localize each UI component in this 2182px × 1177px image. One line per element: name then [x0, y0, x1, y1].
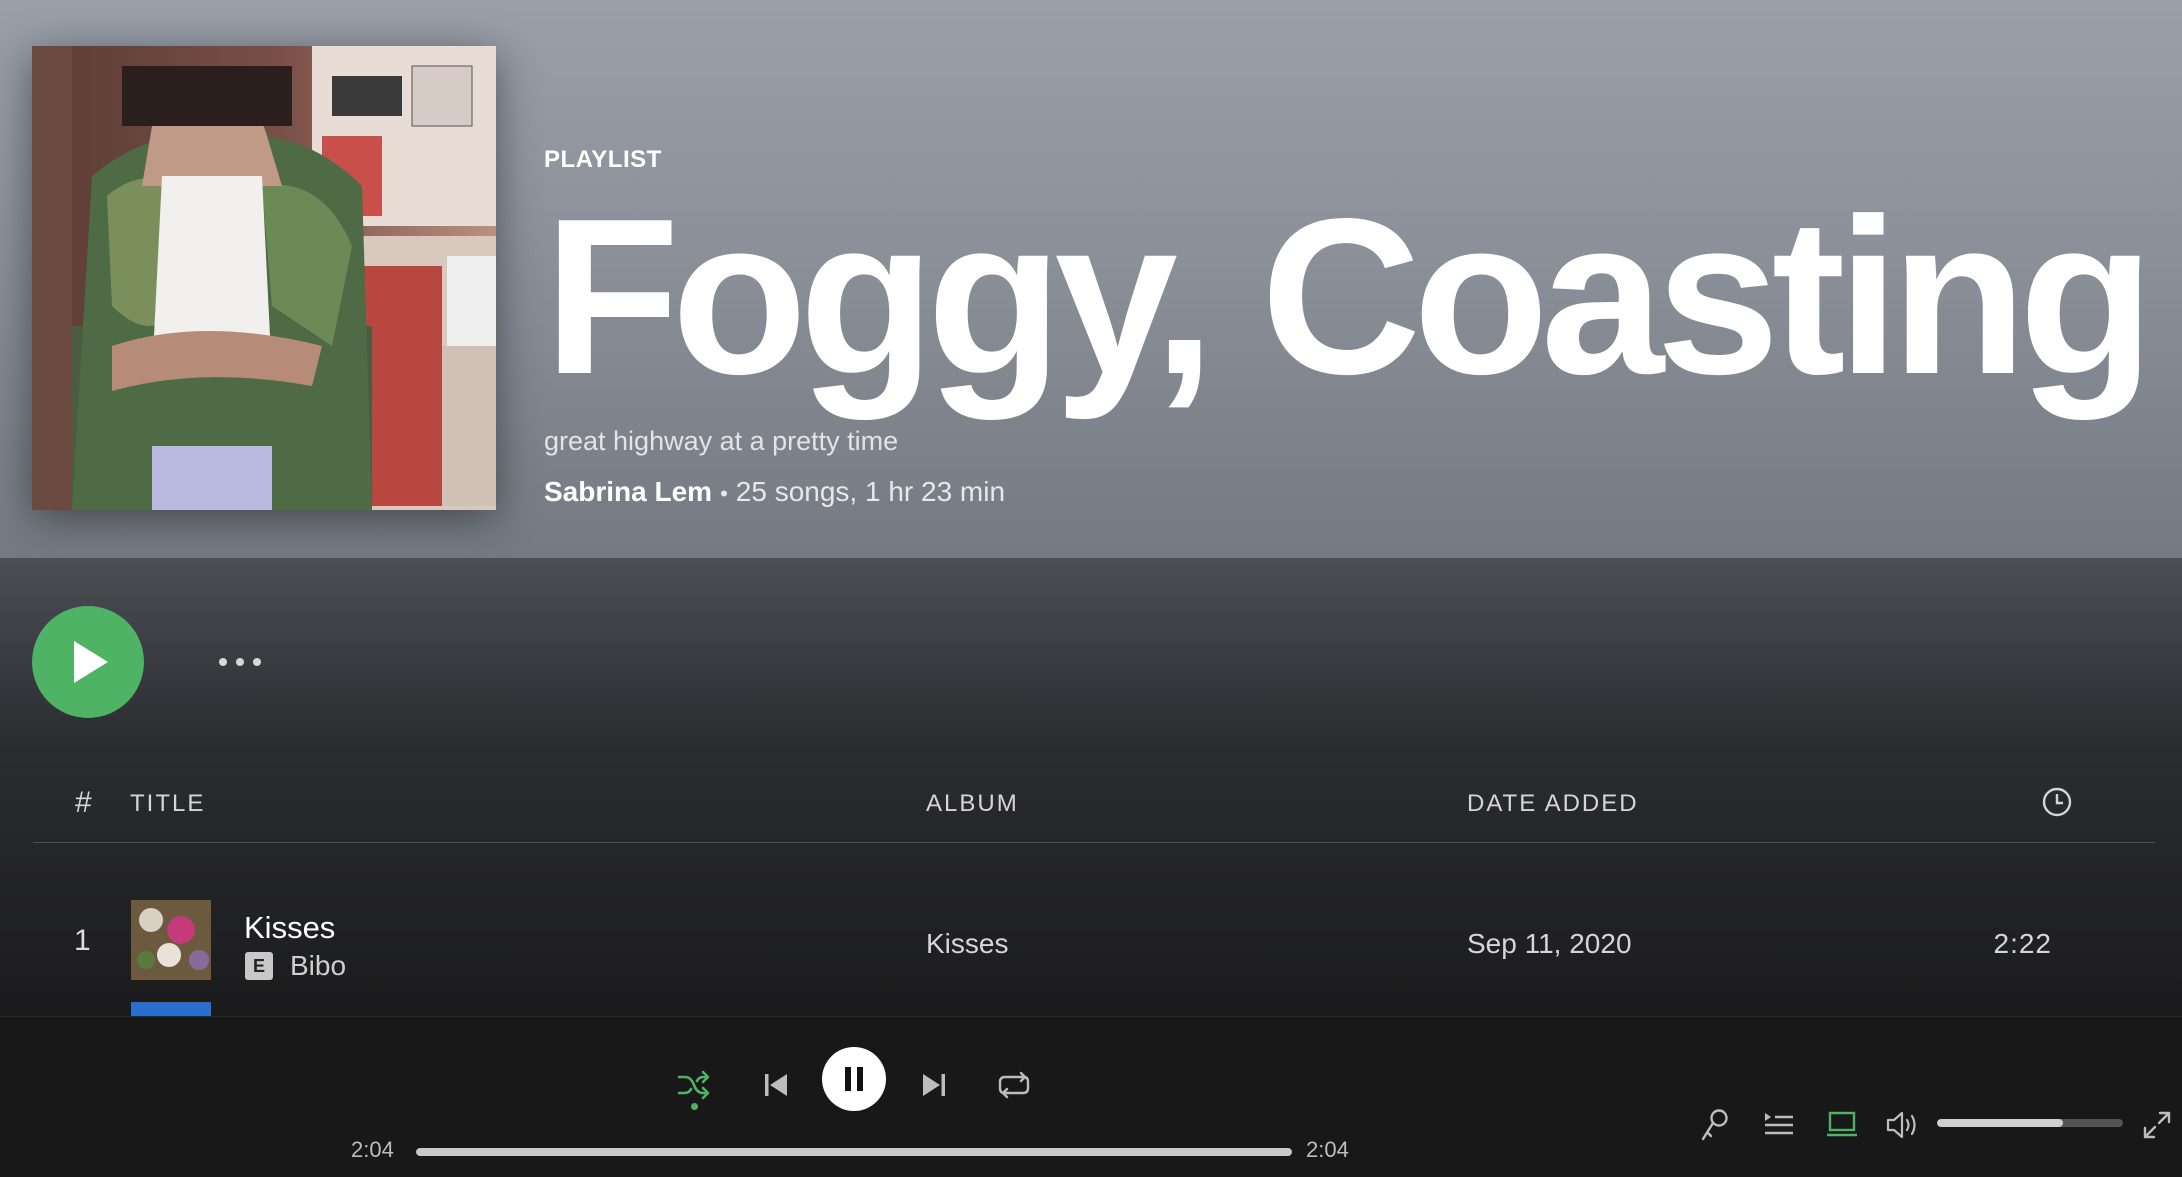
- more-options-button[interactable]: [212, 640, 268, 684]
- tracklist-header: # TITLE ALBUM DATE ADDED: [33, 780, 2155, 843]
- progress-fill: [416, 1148, 1292, 1156]
- playlist-meta: Sabrina Lem • 25 songs, 1 hr 23 min: [544, 476, 1005, 508]
- column-title[interactable]: TITLE: [130, 790, 205, 818]
- next-row-album-art: [131, 1002, 211, 1016]
- playlist-description: great highway at a pretty time: [544, 426, 899, 456]
- connect-device-icon: [1827, 1111, 1857, 1137]
- volume-icon: [1886, 1111, 1916, 1139]
- tracklist-section: # TITLE ALBUM DATE ADDED 1 Kisses E Bibo…: [0, 558, 2182, 1016]
- playlist-header: PLAYLIST Foggy, Coasting great highway a…: [0, 0, 2182, 558]
- playlist-title: Foggy, Coasting: [544, 173, 2154, 421]
- pause-icon: [845, 1067, 863, 1091]
- play-button[interactable]: [32, 606, 144, 718]
- volume-fill: [1937, 1119, 2064, 1127]
- skip-back-icon: [765, 1074, 787, 1096]
- fullscreen-icon: [2143, 1111, 2171, 1139]
- playlist-cover-image[interactable]: [32, 46, 496, 510]
- column-duration[interactable]: [2041, 786, 2073, 825]
- more-options-icon: [219, 658, 227, 666]
- track-duration: 2:22: [1993, 928, 2052, 959]
- queue-icon: [1765, 1113, 1793, 1135]
- queue-button[interactable]: [1759, 1105, 1799, 1145]
- repeat-icon: [998, 1071, 1030, 1099]
- clock-icon: [2042, 787, 2072, 817]
- play-icon: [74, 641, 108, 683]
- repeat-button[interactable]: [994, 1065, 1034, 1105]
- column-number: #: [75, 786, 92, 819]
- current-time: 2:04: [351, 1137, 394, 1162]
- lyrics-button[interactable]: [1695, 1105, 1735, 1145]
- track-album-link[interactable]: Kisses: [926, 928, 1008, 960]
- column-album[interactable]: ALBUM: [926, 790, 1019, 818]
- total-time: 2:04: [1306, 1137, 1349, 1162]
- pause-button[interactable]: [822, 1047, 886, 1111]
- column-date-added[interactable]: DATE ADDED: [1467, 790, 1639, 818]
- previous-track-button[interactable]: [756, 1065, 796, 1105]
- playlist-type-label: PLAYLIST: [544, 146, 662, 173]
- playlist-owner-link[interactable]: Sabrina Lem: [544, 476, 712, 507]
- playlist-stats: 25 songs, 1 hr 23 min: [735, 476, 1006, 507]
- table-row[interactable]: 1 Kisses E Bibo Kisses Sep 11, 2020 2:22: [33, 884, 2155, 994]
- explicit-badge: E: [245, 952, 273, 980]
- track-artist-link[interactable]: Bibo: [290, 950, 346, 982]
- mute-button[interactable]: [1884, 1105, 1924, 1145]
- shuffle-active-indicator: [691, 1103, 698, 1110]
- track-date-added: Sep 11, 2020: [1467, 928, 1632, 959]
- shuffle-icon: [677, 1070, 710, 1100]
- track-title[interactable]: Kisses: [244, 910, 335, 946]
- track-number: 1: [74, 924, 91, 957]
- shuffle-button[interactable]: [674, 1065, 714, 1105]
- volume-slider[interactable]: [1937, 1119, 2123, 1127]
- next-track-button[interactable]: [914, 1065, 954, 1105]
- skip-forward-icon: [923, 1074, 945, 1096]
- fullscreen-button[interactable]: [2137, 1105, 2177, 1145]
- connect-device-button[interactable]: [1822, 1105, 1862, 1145]
- track-album-art: [131, 900, 211, 980]
- playback-progress-bar[interactable]: [416, 1148, 1292, 1156]
- microphone-icon: [1701, 1109, 1728, 1141]
- separator-dot: •: [720, 481, 728, 506]
- now-playing-bar: 2:04 2:04: [0, 1016, 2182, 1177]
